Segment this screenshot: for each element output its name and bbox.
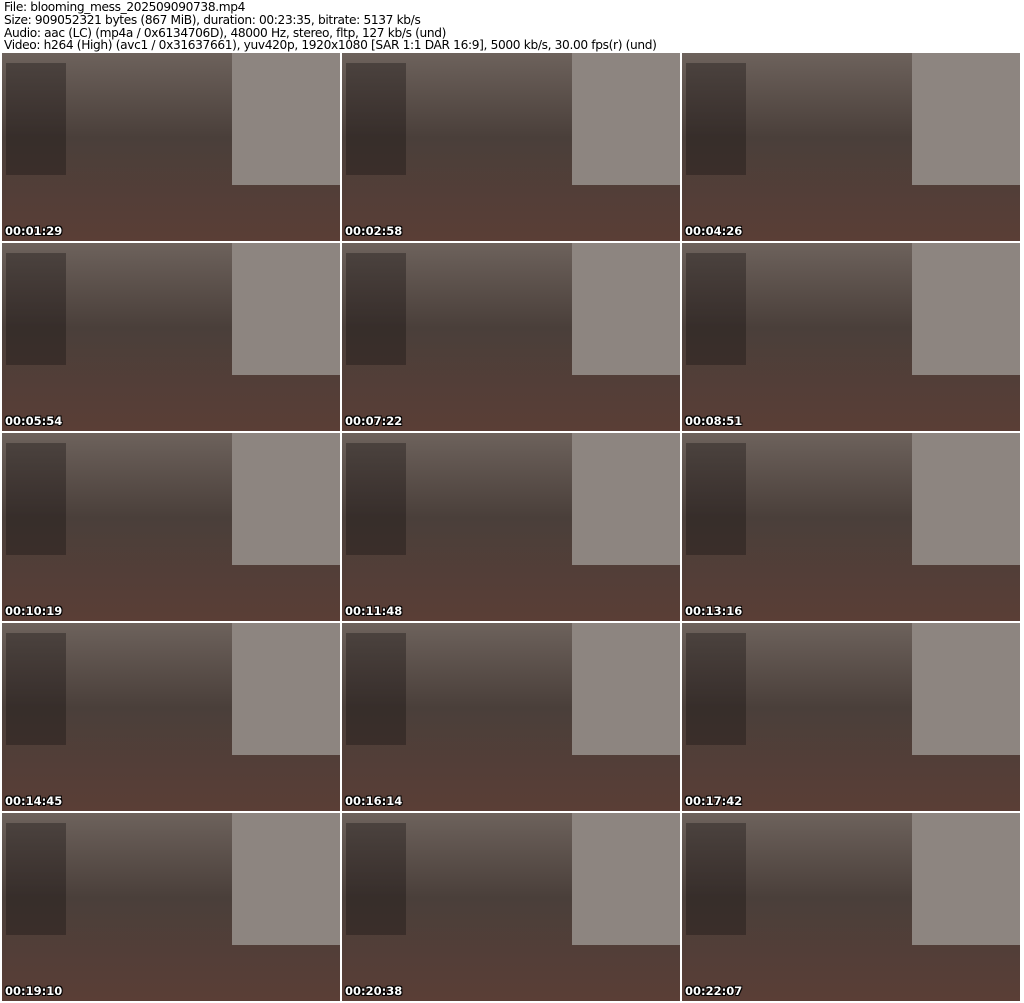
frame-timestamp: 00:20:38 [345, 984, 403, 998]
frame-overlay-panel [6, 443, 66, 555]
frame-background [571, 243, 680, 375]
frame-overlay-panel [346, 823, 406, 935]
file-size: Size: 909052321 bytes (867 MiB), duratio… [4, 12, 421, 27]
frame-overlay-panel [6, 633, 66, 745]
frame-background [911, 813, 1020, 945]
video-frame-thumbnail: 00:07:22 [342, 243, 680, 431]
frame-background [571, 623, 680, 755]
frame-overlay-panel [6, 63, 66, 175]
file-name: File: blooming_mess_202509090738.mp4 [4, 0, 246, 14]
frame-overlay-panel [346, 443, 406, 555]
video-frame-thumbnail: 00:08:51 [682, 243, 1020, 431]
video-frame-thumbnail: 00:19:10 [2, 813, 340, 1001]
frame-timestamp: 00:13:16 [685, 604, 743, 618]
video-frame-thumbnail: 00:05:54 [2, 243, 340, 431]
video-info: Video: h264 (High) (avc1 / 0x31637661), … [4, 38, 657, 53]
video-frame-thumbnail: 00:01:29 [2, 53, 340, 241]
frame-timestamp: 00:19:10 [5, 984, 63, 998]
frame-background [231, 623, 340, 755]
video-frame-thumbnail: 00:11:48 [342, 433, 680, 621]
video-frame-thumbnail: 00:20:38 [342, 813, 680, 1001]
frame-timestamp: 00:22:07 [685, 984, 743, 998]
video-frame-thumbnail: 00:14:45 [2, 623, 340, 811]
video-frame-thumbnail: 00:02:58 [342, 53, 680, 241]
frame-background [911, 433, 1020, 565]
frame-overlay-panel [6, 253, 66, 365]
frame-timestamp: 00:05:54 [5, 414, 63, 428]
frame-timestamp: 00:14:45 [5, 794, 63, 808]
frame-timestamp: 00:17:42 [685, 794, 743, 808]
video-frame-thumbnail: 00:22:07 [682, 813, 1020, 1001]
frame-overlay-panel [686, 633, 746, 745]
frame-overlay-panel [346, 633, 406, 745]
frame-background [911, 623, 1020, 755]
frame-timestamp: 00:04:26 [685, 224, 743, 238]
frame-timestamp: 00:08:51 [685, 414, 743, 428]
frame-overlay-panel [6, 823, 66, 935]
frame-background [911, 243, 1020, 375]
frame-background [231, 243, 340, 375]
video-frame-thumbnail: 00:17:42 [682, 623, 1020, 811]
video-frame-thumbnail: 00:13:16 [682, 433, 1020, 621]
frame-background [571, 433, 680, 565]
frame-background [231, 433, 340, 565]
frame-overlay-panel [346, 63, 406, 175]
frame-overlay-panel [686, 63, 746, 175]
video-frame-thumbnail: 00:04:26 [682, 53, 1020, 241]
frame-background [231, 53, 340, 185]
file-info-header: File: blooming_mess_202509090738.mp4 Siz… [4, 1, 657, 52]
frame-timestamp: 00:02:58 [345, 224, 403, 238]
thumbnail-grid: 00:01:29 00:02:58 00:04:26 00:05:54 00:07:22… [2, 53, 1020, 1001]
frame-timestamp: 00:16:14 [345, 794, 403, 808]
frame-timestamp: 00:10:19 [5, 604, 63, 618]
frame-overlay-panel [686, 443, 746, 555]
frame-timestamp: 00:11:48 [345, 604, 403, 618]
frame-background [911, 53, 1020, 185]
frame-background [571, 813, 680, 945]
frame-background [231, 813, 340, 945]
video-frame-thumbnail: 00:16:14 [342, 623, 680, 811]
video-frame-thumbnail: 00:10:19 [2, 433, 340, 621]
frame-overlay-panel [346, 253, 406, 365]
frame-timestamp: 00:07:22 [345, 414, 403, 428]
frame-overlay-panel [686, 823, 746, 935]
frame-overlay-panel [686, 253, 746, 365]
frame-timestamp: 00:01:29 [5, 224, 63, 238]
frame-background [571, 53, 680, 185]
